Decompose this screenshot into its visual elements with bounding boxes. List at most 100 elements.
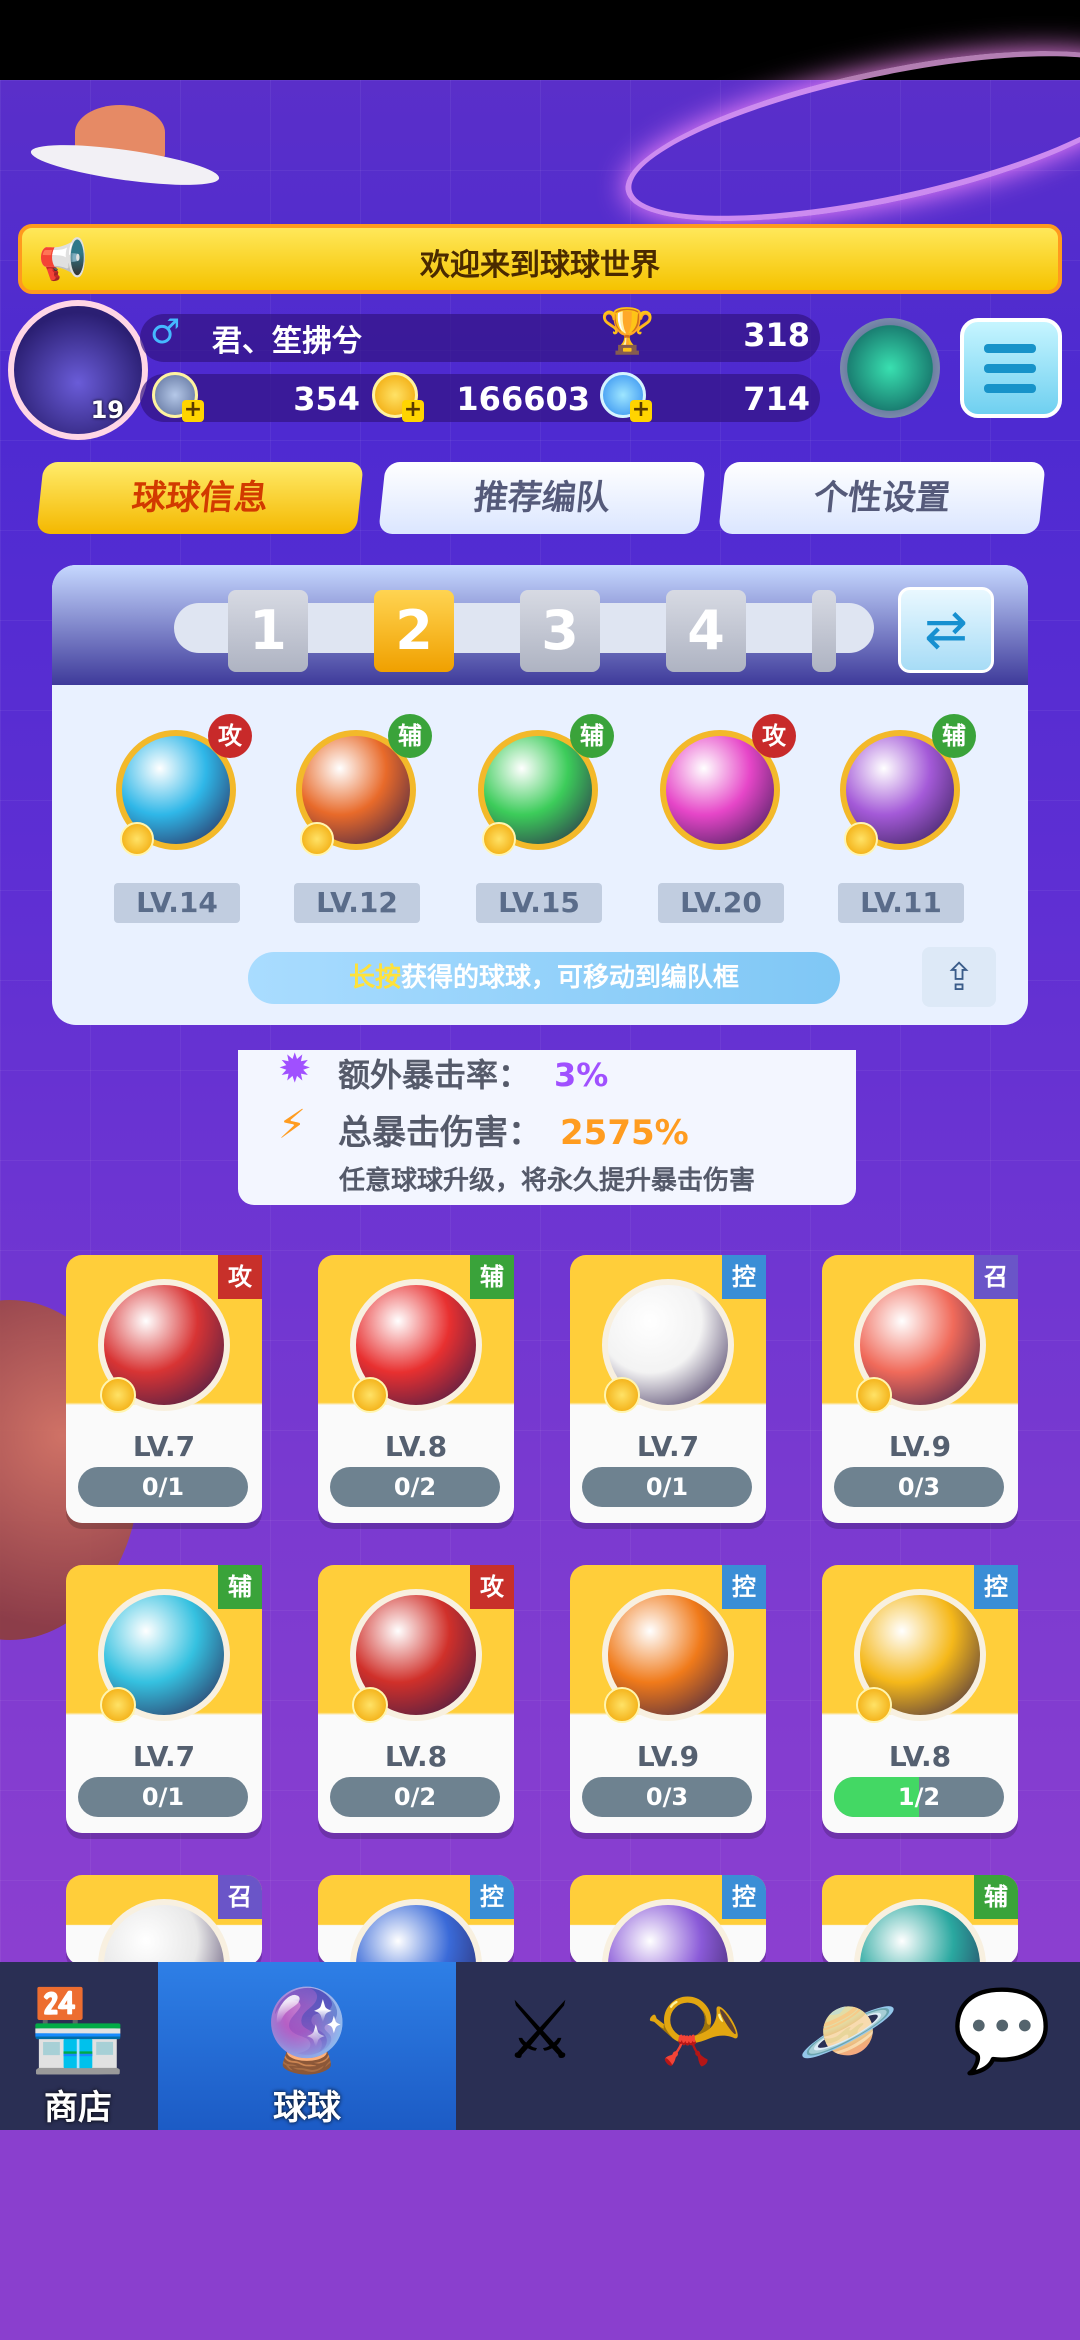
- nav-item-balls[interactable]: 🔮 球球: [158, 1962, 456, 2130]
- avatar[interactable]: 19: [8, 300, 148, 440]
- menu-button[interactable]: [960, 318, 1062, 418]
- team-ball-1[interactable]: 攻: [106, 714, 252, 860]
- progress-text: 0/1: [645, 1473, 689, 1501]
- ball-card[interactable]: 控 LV.9 0/3: [570, 1565, 766, 1833]
- progress-text: 0/3: [645, 1783, 689, 1811]
- nav-item-planet[interactable]: 🪐: [770, 1962, 926, 2130]
- coin-icon: [856, 1377, 892, 1413]
- team-slot-1[interactable]: 1: [228, 590, 308, 672]
- ball-level: LV.8: [888, 1740, 952, 1773]
- upgrade-progress-bar: 0/2: [330, 1777, 500, 1817]
- ball-card[interactable]: 控 LV.8 1/2: [822, 1565, 1018, 1833]
- nav-item-battle[interactable]: ⚔: [462, 1962, 618, 2130]
- crit-stats-panel: ✹ 额外暴击率： 3% ⚡ 总暴击伤害： 2575% 任意球球升级，将永久提升暴击伤…: [238, 1046, 856, 1205]
- rank-badge-icon[interactable]: [840, 318, 940, 418]
- ball-card[interactable]: 控 LV.7 0/1: [570, 1255, 766, 1523]
- team-slot-4[interactable]: 4: [666, 590, 746, 672]
- ball-level: LV.9: [888, 1430, 952, 1463]
- ball-orb: [98, 1899, 230, 1965]
- progress-text: 0/3: [897, 1473, 941, 1501]
- add-diamonds-button[interactable]: +: [630, 399, 652, 422]
- ball-card[interactable]: 控: [318, 1875, 514, 1965]
- ball-card[interactable]: 辅 LV.8 0/2: [318, 1255, 514, 1523]
- nav-item-shop[interactable]: 🏪 商店: [0, 1962, 156, 2130]
- bottom-background: [0, 2130, 1080, 2340]
- ball-type-tag: 辅: [974, 1875, 1018, 1919]
- upgrade-progress-bar: 1/2: [834, 1777, 1004, 1817]
- ball-level: LV.9: [636, 1740, 700, 1773]
- team-slot-3[interactable]: 3: [520, 590, 600, 672]
- team-ball-4[interactable]: 攻: [650, 714, 796, 860]
- coin-value: 166603: [456, 380, 590, 418]
- player-level: 19: [90, 396, 124, 424]
- stamina-value: 354: [293, 380, 360, 418]
- total-crit-value: 2575%: [560, 1113, 689, 1153]
- ball-type-tag: 控: [722, 1255, 766, 1299]
- upgrade-progress-bar: 0/1: [78, 1777, 248, 1817]
- team-slot-header: 1 2 3 4 ⇄: [52, 565, 1028, 685]
- ball-type-tag: 辅: [570, 714, 614, 758]
- ufo-decoration: [28, 100, 222, 200]
- ball-type-tag: 攻: [218, 1255, 262, 1299]
- team-slot-2[interactable]: 2: [374, 590, 454, 672]
- extra-crit-value: 3%: [554, 1056, 609, 1094]
- nav-item-chat[interactable]: 💬: [924, 1962, 1080, 2130]
- whistle-icon: 📯: [644, 1984, 744, 2077]
- ball-type-tag: 攻: [470, 1565, 514, 1609]
- ball-card[interactable]: 辅 LV.7 0/1: [66, 1565, 262, 1833]
- tab-ball-info[interactable]: 球球信息: [36, 462, 364, 534]
- game-screen: 📢 欢迎来到球球世界 19 ♂ 君、笙拂兮 🏆 318 + 354 + 1666…: [0, 0, 1080, 2340]
- ball-orb: [602, 1899, 734, 1965]
- ball-card[interactable]: 辅: [822, 1875, 1018, 1965]
- coin-icon: [604, 1377, 640, 1413]
- upgrade-progress-bar: 0/3: [582, 1777, 752, 1817]
- ball-card[interactable]: 攻 LV.8 0/2: [318, 1565, 514, 1833]
- extra-crit-rate: 额外暴击率： 3%: [338, 1050, 608, 1096]
- tab-personal-settings[interactable]: 个性设置: [718, 462, 1046, 534]
- crit-damage-icon: ⚡: [278, 1102, 307, 1148]
- ball-type-tag: 攻: [208, 714, 252, 758]
- ball-level: LV.11: [838, 883, 964, 923]
- ball-type-tag: 辅: [932, 714, 976, 758]
- shop-icon: 🏪: [28, 1984, 128, 2077]
- ball-card[interactable]: 控: [570, 1875, 766, 1965]
- ball-type-tag: 控: [722, 1565, 766, 1609]
- ball-type-tag: 辅: [218, 1565, 262, 1609]
- coin-icon: [604, 1687, 640, 1723]
- ball-orb: [854, 1899, 986, 1965]
- upgrade-progress-bar: 0/1: [78, 1467, 248, 1507]
- team-slot-5-partial[interactable]: [812, 590, 836, 672]
- username[interactable]: 君、笙拂兮: [212, 316, 362, 360]
- crossed-swords-icon: ⚔: [504, 1984, 576, 2077]
- ball-level: LV.15: [476, 883, 602, 923]
- ball-level: LV.7: [132, 1430, 196, 1463]
- team-ball-5[interactable]: 辅: [830, 714, 976, 860]
- crit-note: 任意球球升级，将永久提升暴击伤害: [338, 1166, 755, 1196]
- team-ball-3[interactable]: 辅: [468, 714, 614, 860]
- ball-card[interactable]: 攻 LV.7 0/1: [66, 1255, 262, 1523]
- chat-heart-icon: 💬: [952, 1984, 1052, 2077]
- add-coins-button[interactable]: +: [402, 399, 424, 422]
- nav-item-whistle[interactable]: 📯: [616, 1962, 772, 2130]
- nav-label: 球球: [273, 2088, 341, 2128]
- ball-type-tag: 召: [974, 1255, 1018, 1299]
- add-stamina-button[interactable]: +: [182, 399, 204, 422]
- ball-card[interactable]: 召: [66, 1875, 262, 1965]
- coin-icon: [300, 822, 334, 856]
- extra-crit-label: 额外暴击率：: [338, 1056, 531, 1094]
- coin-icon: [120, 822, 154, 856]
- total-crit-label: 总暴击伤害：: [338, 1113, 542, 1153]
- announcement-bar[interactable]: 📢 欢迎来到球球世界: [18, 224, 1062, 294]
- upgrade-progress-bar: 0/3: [834, 1467, 1004, 1507]
- gender-male-icon: ♂: [150, 312, 181, 352]
- hint-text: 获得的球球，可移动到编队框: [401, 963, 740, 993]
- ball-type-tag: 控: [722, 1875, 766, 1919]
- coin-icon: [352, 1377, 388, 1413]
- team-ball-2[interactable]: 辅: [286, 714, 432, 860]
- progress-text: 0/2: [393, 1473, 437, 1501]
- tab-recommended-team[interactable]: 推荐编队: [378, 462, 706, 534]
- team-panel: 1 2 3 4 ⇄ 攻 辅 辅 攻 辅 LV.14 LV.12 LV.15 LV…: [52, 565, 1028, 1025]
- share-icon[interactable]: ⇪: [922, 947, 996, 1007]
- ball-card[interactable]: 召 LV.9 0/3: [822, 1255, 1018, 1523]
- swap-team-button[interactable]: ⇄: [898, 587, 994, 673]
